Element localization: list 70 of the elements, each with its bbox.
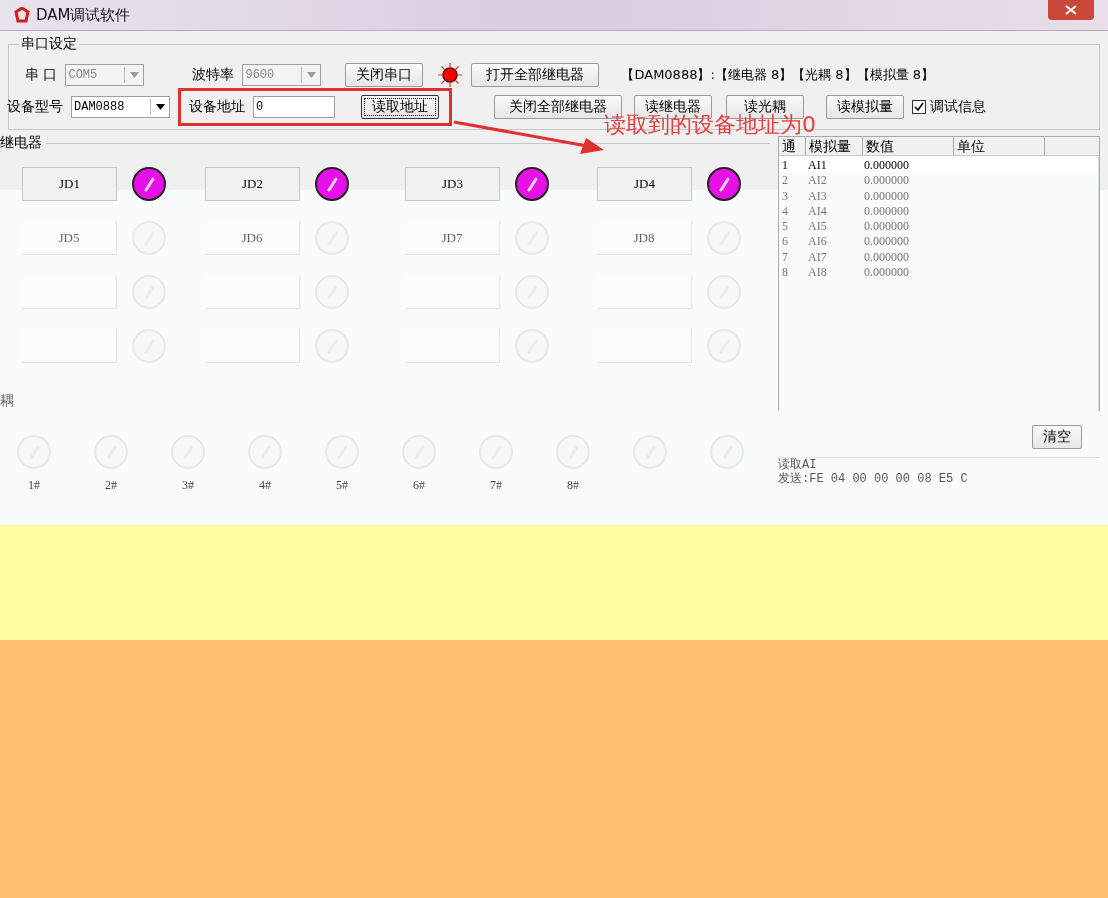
column-header: 模拟量: [806, 137, 863, 155]
model-label: 设备型号: [7, 98, 63, 116]
column-header: 通: [779, 137, 806, 155]
table-cell-text: AI1: [807, 158, 828, 174]
column-header: 数值: [863, 137, 954, 155]
relay-button[interactable]: JD2: [205, 167, 300, 201]
device-summary: 【DAM0888】:【继电器 8】【光耦 8】【模拟量 8】: [621, 66, 935, 84]
close-button[interactable]: [1048, 0, 1094, 20]
baud-label: 波特率: [192, 66, 235, 84]
dropdown-caret-icon: [129, 72, 139, 78]
table-cell-text: 0.000000: [863, 173, 910, 189]
close-port-button[interactable]: 关闭串口: [345, 63, 424, 87]
table-cell-text: 0.000000: [863, 203, 910, 220]
table-cell-text: 3: [781, 188, 789, 204]
table-cell-text: 0.000000: [863, 188, 910, 204]
relay-button[interactable]: JD8: [597, 221, 692, 255]
table-cell-text: 4: [781, 203, 789, 220]
opto-label: 6#: [413, 478, 425, 493]
log-line: 读取AI: [778, 458, 818, 472]
table-cell-text: 0.000000: [863, 265, 910, 281]
opto-label: 1#: [28, 478, 40, 493]
relay-button[interactable]: JD6: [205, 221, 300, 255]
relay-button[interactable]: JD3: [405, 167, 500, 201]
opto-label: 5#: [336, 478, 348, 493]
address-label: 设备地址: [189, 98, 245, 116]
table-cell-text: AI3: [807, 188, 828, 204]
table-cell-text: 5: [781, 219, 789, 235]
clear-button[interactable]: 清空: [1032, 425, 1082, 449]
table-cell-text: AI2: [807, 173, 828, 189]
table-cell-text: 7: [781, 249, 789, 266]
opto-label: 3#: [182, 478, 194, 493]
relay-button[interactable]: JD1: [22, 167, 117, 201]
opto-label: 4#: [259, 478, 271, 493]
read-analog-button[interactable]: 读模拟量: [826, 95, 904, 119]
table-cell-text: 2: [781, 173, 789, 189]
close-icon: [1065, 5, 1077, 15]
relay-button[interactable]: JD4: [597, 167, 692, 201]
table-cell-text: 1: [781, 158, 789, 174]
debug-checkbox[interactable]: 调试信息: [912, 98, 986, 116]
group-title: 串口设定: [20, 35, 78, 53]
app-logo-icon: [14, 7, 30, 23]
log-line: 发送:FE 04 00 00 00 08 E5 C: [778, 472, 969, 486]
relay-button[interactable]: JD5: [22, 221, 117, 255]
open-all-relays-button[interactable]: 打开全部继电器: [471, 63, 600, 87]
table-cell-text: 0.000000: [863, 234, 910, 250]
port-label: 串 口: [25, 66, 58, 84]
table-cell-text: AI8: [807, 265, 828, 281]
table-cell-text: AI5: [807, 219, 828, 235]
dropdown-caret-icon: [306, 72, 316, 78]
table-cell-text: 0.000000: [863, 219, 910, 235]
column-header: 单位: [954, 137, 1045, 155]
table-cell-text: 0.000000: [863, 249, 910, 266]
address-field[interactable]: 0: [253, 96, 335, 118]
table-cell-text: AI6: [807, 234, 828, 250]
table-cell-text: 6: [781, 234, 789, 250]
opto-label: 8#: [567, 478, 579, 493]
opto-label: 7#: [490, 478, 502, 493]
window-title: DAM调试软件: [36, 5, 132, 25]
table-cell-text: AI4: [807, 203, 828, 220]
group-title: 继电器: [0, 134, 42, 152]
check-icon: [914, 102, 924, 112]
opto-label: 2#: [105, 478, 117, 493]
read-address-button[interactable]: 读取地址: [361, 95, 439, 119]
model-dropdown[interactable]: DAM0888: [71, 96, 170, 118]
table-cell-text: 0.000000: [863, 158, 910, 174]
table-cell-text: 8: [781, 265, 789, 281]
group-title: 耦: [0, 392, 15, 410]
relay-button[interactable]: JD7: [405, 221, 500, 255]
table-cell-text: AI7: [807, 249, 828, 266]
dropdown-caret-icon: [155, 104, 165, 110]
